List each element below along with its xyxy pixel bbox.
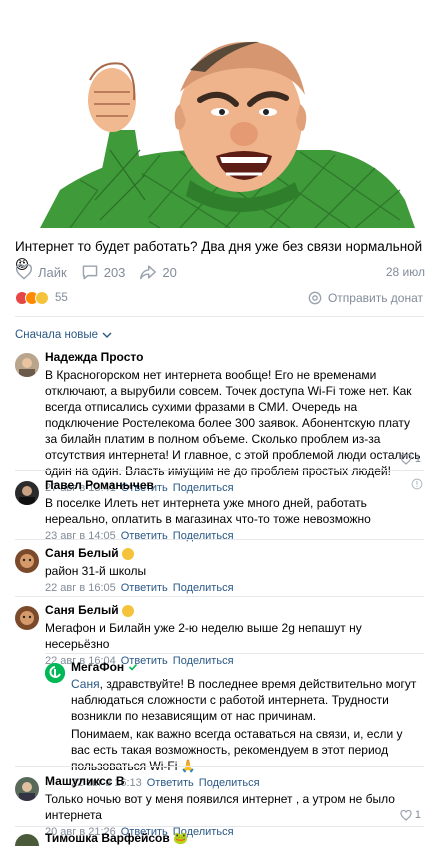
donate-label: Отправить донат (327, 291, 423, 305)
reactions-summary[interactable]: 55 (15, 291, 68, 305)
avatar[interactable] (15, 834, 39, 846)
report-icon[interactable] (411, 478, 423, 490)
reply-button[interactable]: Ответить (121, 530, 168, 542)
megafon-logo-icon[interactable] (45, 663, 65, 683)
reply-button[interactable]: Ответить (121, 582, 168, 594)
chevron-down-icon (102, 332, 112, 338)
comment-text: район 31-й школы (45, 564, 147, 578)
comment-author[interactable]: Саня Белый (45, 603, 119, 618)
heart-icon (15, 264, 33, 280)
comments-button[interactable]: 203 (81, 264, 126, 280)
comment-date[interactable]: 23 авг в 14:05 (45, 530, 116, 542)
donate-icon (308, 291, 322, 305)
comment-author[interactable]: Саня Белый (45, 546, 119, 561)
comment: Саня Белый Мегафон и Билайн уже 2-ю неде… (15, 603, 425, 667)
heart-icon (400, 809, 412, 821)
emoji-icon (121, 604, 134, 617)
share-link[interactable]: Поделиться (173, 582, 234, 594)
comment-icon (82, 265, 97, 280)
comments-count: 203 (103, 264, 126, 280)
reactions-count: 55 (55, 292, 68, 304)
post-image[interactable] (0, 0, 439, 228)
heart-icon (400, 453, 412, 465)
comment: Саня Белый район 31-й школы 22 авг в 16:… (15, 546, 425, 594)
comment-text: Мегафон и Билайн уже 2-ю неделю выше 2g … (45, 621, 362, 651)
share-link[interactable]: Поделиться (173, 530, 234, 542)
emoji-icon (121, 547, 134, 560)
like-button[interactable]: Лайк (15, 264, 67, 280)
comment-text: В поселке Илеть нет интернета уже много … (45, 496, 371, 526)
reaction-sad-icon (35, 291, 49, 305)
shares-count: 20 (162, 264, 177, 280)
verified-icon (129, 663, 138, 671)
comment-author[interactable]: Павел Романычев (45, 478, 425, 493)
post-date[interactable]: 28 июл (386, 265, 425, 279)
reply-author[interactable]: МегаФон (71, 660, 124, 674)
angry-man-illustration (0, 0, 439, 228)
official-reply: МегаФон Саня, здравствуйте! В последнее … (45, 660, 423, 789)
comment: Тимошка Варфейсов 🐸 (15, 831, 425, 846)
divider (15, 826, 424, 827)
comment-text: Только ночью вот у меня появился интерне… (45, 792, 395, 822)
divider (45, 653, 424, 654)
comment-text: В Красногорском нет интернета вообще! Ег… (45, 368, 421, 478)
comment-like-button[interactable]: 1 (400, 809, 421, 821)
comment: Надежда Просто В Красногорском нет интер… (15, 350, 425, 494)
sort-label: Сначала новые (15, 329, 99, 341)
divider (15, 539, 424, 540)
comment-date[interactable]: 22 авг в 16:05 (45, 582, 116, 594)
comment: Павел Романычев В поселке Илеть нет инте… (15, 478, 425, 542)
avatar[interactable] (15, 481, 39, 505)
divider (15, 316, 424, 317)
like-label: Лайк (38, 264, 67, 280)
divider (15, 596, 424, 597)
share-button[interactable]: 20 (139, 264, 177, 280)
divider (15, 470, 424, 471)
comment-author[interactable]: Тимошка Варфейсов 🐸 (45, 831, 425, 846)
share-icon (140, 265, 157, 280)
mention-link[interactable]: Саня (71, 677, 100, 691)
avatar[interactable] (15, 549, 39, 573)
comment-likes: 1 (414, 809, 421, 821)
comment-like-button[interactable]: 1 (400, 453, 421, 465)
divider (15, 766, 424, 767)
avatar[interactable] (15, 606, 39, 630)
avatar[interactable] (15, 777, 39, 801)
donate-button[interactable]: Отправить донат (308, 291, 423, 305)
avatar[interactable] (15, 353, 39, 377)
comment-author[interactable]: Машуликсс В (45, 774, 425, 789)
comment: Машуликсс В Только ночью вот у меня появ… (15, 774, 425, 838)
post-actions: Лайк 203 20 (15, 262, 425, 282)
comment-author[interactable]: Надежда Просто (45, 350, 425, 365)
reply-text: , здравствуйте! В последнее время действ… (71, 677, 417, 723)
sort-dropdown[interactable]: Сначала новые (15, 329, 112, 341)
comment-likes: 1 (414, 453, 421, 465)
